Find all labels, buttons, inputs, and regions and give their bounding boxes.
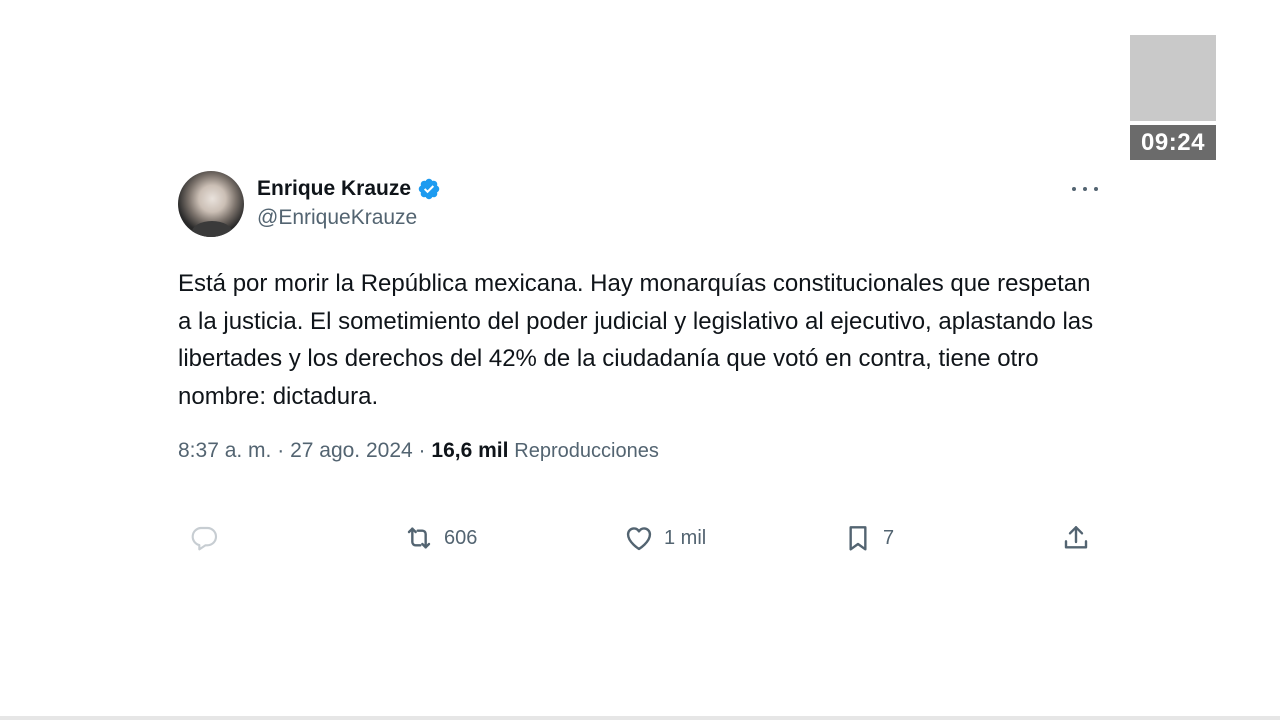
bookmark-button[interactable]: 7 <box>842 522 894 554</box>
author-display-name[interactable]: Enrique Krauze <box>257 176 411 202</box>
more-dot <box>1083 187 1087 191</box>
tweet-actions: 606 1 mil 7 <box>178 522 1102 562</box>
bookmark-count: 7 <box>883 526 895 549</box>
verified-badge-icon[interactable] <box>417 177 441 201</box>
meta-separator: · <box>418 439 426 462</box>
avatar-shirt <box>192 221 232 237</box>
repost-button[interactable]: 606 <box>403 522 477 554</box>
repost-icon <box>407 527 431 549</box>
share-button[interactable] <box>1060 522 1101 554</box>
overlay-thumbnail <box>1130 35 1216 121</box>
tweet-time[interactable]: 8:37 a. m. <box>178 439 271 462</box>
tweet-meta: 8:37 a. m. · 27 ago. 2024 · 16,6 mil Rep… <box>178 439 1102 463</box>
tweet-text: Está por morir la República mexicana. Ha… <box>178 270 1094 410</box>
tweet-header: Enrique Krauze @EnriqueKrauze <box>178 170 1102 238</box>
more-dot <box>1072 187 1076 191</box>
views-count: 16,6 mil <box>431 439 509 462</box>
name-row: Enrique Krauze <box>257 176 441 202</box>
reply-button[interactable] <box>188 522 229 554</box>
avatar[interactable] <box>178 171 244 237</box>
like-count: 1 mil <box>664 526 707 549</box>
more-options-icon[interactable] <box>1072 182 1098 196</box>
like-button[interactable]: 1 mil <box>623 522 706 554</box>
author-handle[interactable]: @EnriqueKrauze <box>257 204 441 232</box>
heart-icon <box>626 527 652 551</box>
author-names: Enrique Krauze @EnriqueKrauze <box>257 176 441 232</box>
overlay-clock: 09:24 <box>1130 125 1216 160</box>
tweet-card: Enrique Krauze @EnriqueKrauze Está por m… <box>178 170 1102 551</box>
views-label: Reproducciones <box>514 440 659 462</box>
broadcast-overlay: 09:24 <box>1130 35 1216 160</box>
bookmark-icon <box>849 526 867 551</box>
tweet-date[interactable]: 27 ago. 2024 <box>290 439 413 462</box>
bottom-border <box>0 716 1280 720</box>
reply-icon <box>191 526 218 551</box>
share-icon <box>1064 526 1088 549</box>
more-dot <box>1094 187 1098 191</box>
repost-count: 606 <box>444 526 478 549</box>
meta-separator: · <box>277 439 285 462</box>
